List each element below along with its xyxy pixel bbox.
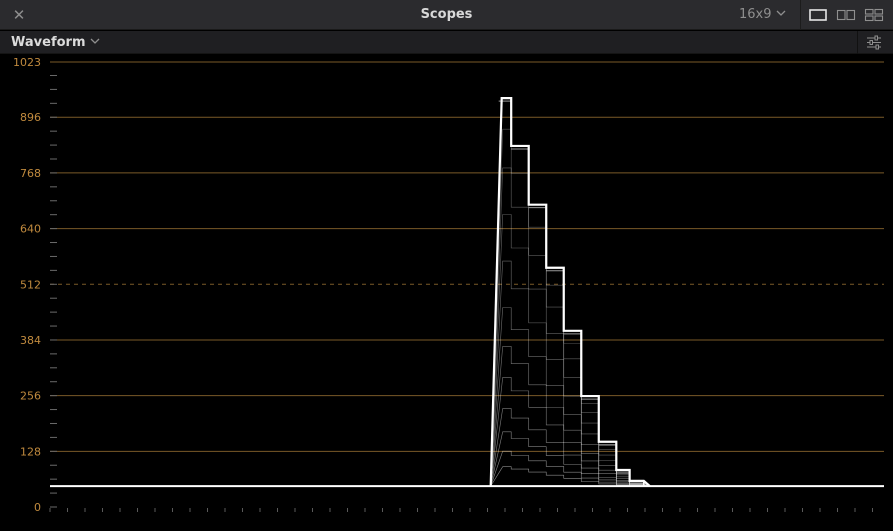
toolbar-divider [857,31,858,54]
waveform-inner-trace [490,450,650,487]
single-view-icon[interactable] [808,7,828,23]
aspect-ratio-dropdown[interactable]: 16x9 [739,0,787,30]
scale-label: 768 [20,167,41,180]
waveform-inner-trace [490,431,650,487]
scale-label: 256 [20,390,41,403]
scale-label: 896 [20,111,41,124]
scope-type-dropdown[interactable]: Waveform [11,31,101,54]
waveform-inner-trace [490,307,650,487]
close-icon[interactable]: ✕ [10,6,28,24]
title-divider [800,0,801,30]
dual-view-icon[interactable] [836,7,856,23]
quad-view-icon[interactable] [864,7,884,23]
waveform-inner-trace [490,260,650,487]
aspect-ratio-label: 16x9 [739,7,772,22]
scale-label: 512 [20,278,41,291]
scale-label: 1023 [13,56,41,69]
waveform-inner-trace [490,408,650,487]
waveform-envelope [489,97,651,487]
scale-label: 384 [20,334,41,347]
chevron-down-icon [776,10,785,16]
sliders-icon[interactable] [865,34,883,51]
scope-type-label: Waveform [11,35,86,50]
scale-label: 128 [20,445,41,458]
waveform-inner-trace [490,214,650,487]
waveform-graph: 1023 896 768 640 512 384 256 128 0 [13,56,884,514]
scale-label: 0 [34,501,41,514]
title-bar: ✕ Scopes 16x9 [0,0,893,30]
waveform-inner-trace [490,346,650,487]
waveform-scope: 1023 896 768 640 512 384 256 128 0 [0,54,893,531]
waveform-inner-trace [490,128,650,487]
chevron-down-icon [91,38,100,44]
scale-label: 640 [20,223,41,236]
scope-toolbar: Waveform [0,31,893,54]
